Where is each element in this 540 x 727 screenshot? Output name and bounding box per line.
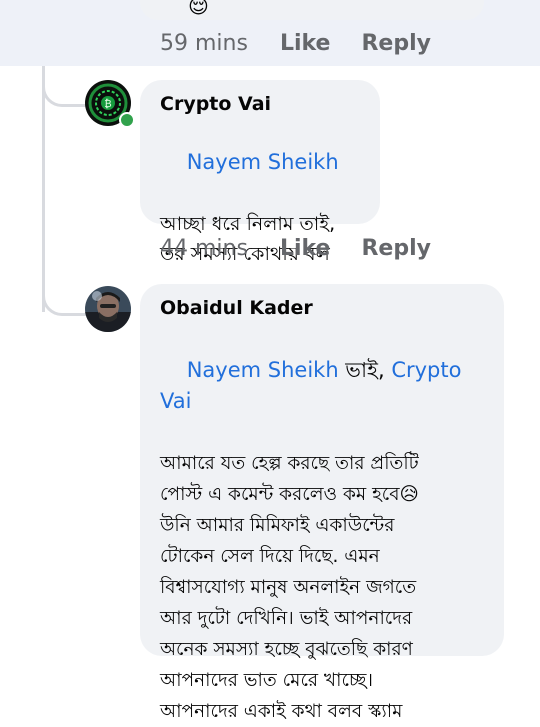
comment-line: বিশ্বাসযোগ্য মানুষ অনলাইন জগতে (160, 577, 417, 598)
comment-author[interactable]: Obaidul Kader (160, 296, 484, 320)
reply-connector (42, 275, 91, 316)
comment-time[interactable]: 59 mins (160, 31, 248, 56)
reply-connector (42, 66, 91, 107)
comment-line: আর দুটো দেখিনি। ভাই আপনাদের (160, 608, 413, 629)
mention-link[interactable]: Nayem Sheikh (187, 358, 339, 382)
comment-line: উনি আমার মিমিফাই একাউন্টের (160, 515, 395, 536)
like-button[interactable]: Like (280, 236, 331, 261)
comment-line: টোকেন সেল দিয়ে দিছে. এমন (160, 546, 380, 567)
comment-line: আপনাদের ভাত মেরে খাচ্ছে। (160, 670, 374, 691)
comment-bubble: Crypto Vai Nayem Sheikh আচ্ছা ধরে নিলাম … (140, 80, 380, 265)
comment-author[interactable]: Crypto Vai (160, 92, 360, 116)
comment-text: আমারে যত হেল্প করছে তার প্রতিটি পোস্ট এ … (160, 448, 484, 727)
profile-photo-icon (85, 286, 131, 332)
comment-mentions: Nayem Sheikh ভাই, Crypto Vai (160, 324, 484, 448)
svg-text:₿: ₿ (104, 98, 111, 110)
mention-separator: ভাই, (338, 358, 392, 382)
comment-line: আমারে যত হেল্প করছে তার প্রতিটি (160, 453, 419, 474)
like-button[interactable]: Like (280, 31, 331, 56)
relieved-emoji: 😌 (188, 0, 209, 18)
comment-line: অনেক সমস্যা হচ্ছে বুঝতেছি কারণ (160, 639, 413, 660)
avatar[interactable]: ₿ (85, 80, 135, 128)
reply-button[interactable]: Reply (361, 31, 431, 56)
comment-line: আপনাদের একাই কথা বলব স্ক্যাম (160, 701, 403, 722)
previous-comment-actions: 59 mins Like Reply (160, 31, 431, 56)
online-status-dot (119, 112, 135, 128)
comment-time[interactable]: 44 mins (160, 236, 248, 261)
comment-body: Nayem Sheikh (160, 116, 360, 209)
avatar[interactable] (85, 286, 131, 332)
comment-bubble: Obaidul Kader Nayem Sheikh ভাই, Crypto V… (140, 284, 504, 722)
mention-link[interactable]: Nayem Sheikh (187, 150, 339, 174)
comment-line: পোস্ট এ কমেন্ট করলেও কম হবে😥 (160, 484, 419, 505)
reply-button[interactable]: Reply (361, 236, 431, 261)
comment-actions: 44 mins Like Reply (160, 236, 431, 261)
